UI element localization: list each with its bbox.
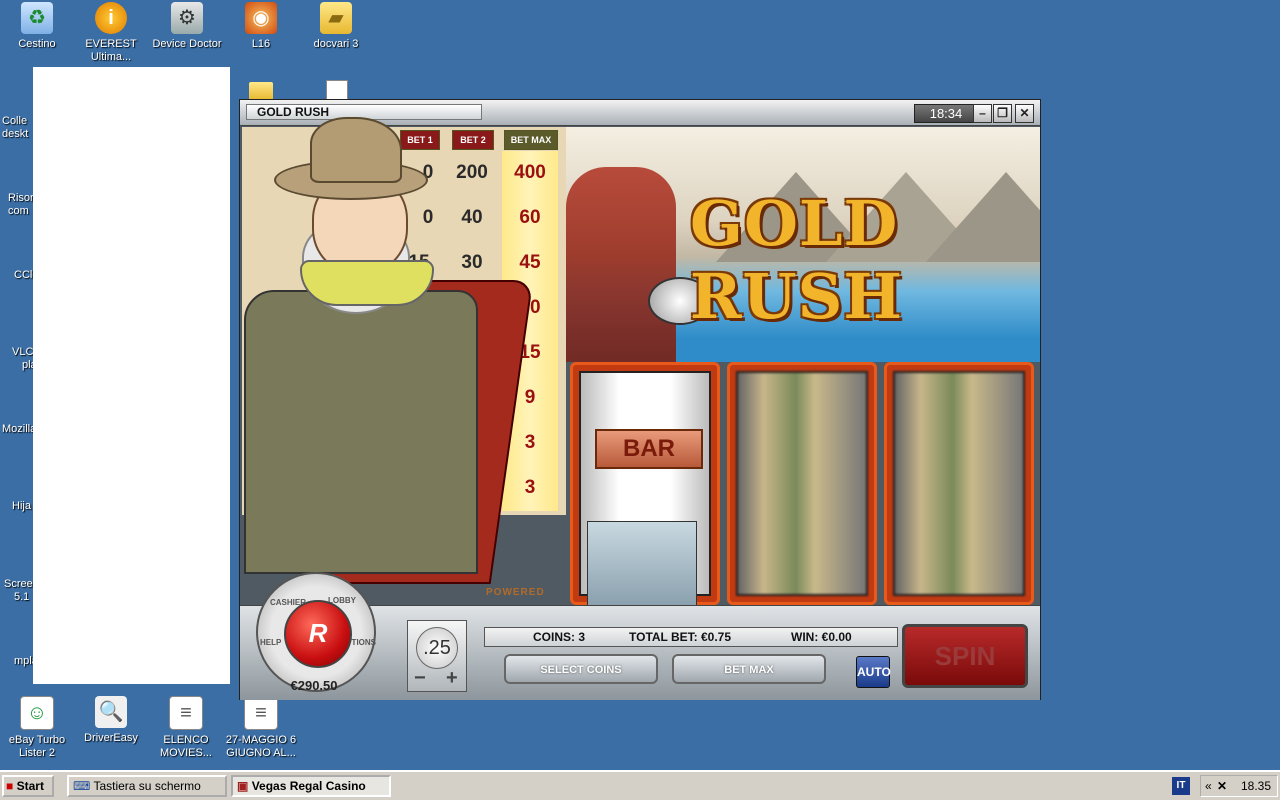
- desktop-icon-ebay[interactable]: ☺ eBay Turbo Lister 2: [0, 696, 74, 760]
- task-label: Vegas Regal Casino: [251, 779, 366, 793]
- partial-label: 5.1: [14, 591, 30, 603]
- partial-label: Colle: [2, 115, 28, 127]
- miner-symbol: [587, 521, 697, 607]
- desktop-icon-elenco-movies[interactable]: ≡ ELENCO MOVIES...: [149, 696, 223, 760]
- auto-button[interactable]: AUTO: [856, 656, 891, 688]
- status-bar: COINS: 3 TOTAL BET: €0.75 WIN: €0.00: [484, 627, 898, 647]
- coin-plus-button[interactable]: +: [446, 667, 458, 690]
- desktop-icon-drivereasy[interactable]: 🔍 DriverEasy: [74, 696, 148, 745]
- partial-icon-label: Risor com: [8, 192, 34, 218]
- partial-icon-label: Screer 5.1: [4, 578, 36, 604]
- restore-button[interactable]: ❐: [993, 104, 1012, 123]
- everest-info-icon: i: [95, 2, 127, 34]
- desktop-icon-label: Device Doctor: [152, 38, 222, 50]
- firefox-icon: ◉: [245, 2, 277, 34]
- windows-logo-icon: ■: [6, 779, 14, 793]
- start-button[interactable]: ■ Start: [2, 775, 54, 797]
- reel-2: [727, 362, 877, 605]
- balance-display: €290.50: [290, 678, 338, 693]
- gold-rush-logo: GOLD RUSH: [690, 187, 903, 333]
- coin-minus-button[interactable]: −: [414, 667, 426, 690]
- partial-label: Screer: [4, 578, 37, 590]
- coin-selector[interactable]: .25 − +: [407, 620, 467, 692]
- coins-status: COINS: 3: [533, 630, 586, 644]
- device-doctor-icon: ⚙: [171, 2, 203, 34]
- gold-rush-window[interactable]: GOLD RUSH 18:34 – ❐ ✕ BET 1 BET 2 BET MA…: [239, 99, 1041, 700]
- reel-1: BAR: [570, 362, 720, 607]
- desktop-icon-l16[interactable]: ◉ L16: [224, 2, 298, 51]
- control-panel: CASHIER LOBBY HELP OPTIONS R €290.50 .25…: [240, 572, 1040, 700]
- desktop-icon-label: eBay Turbo Lister 2: [8, 734, 66, 759]
- partial-label: deskt: [2, 128, 29, 140]
- partial-icon-label: Colle deskt: [2, 115, 28, 141]
- drivereasy-icon: 🔍: [95, 696, 127, 728]
- tray-clock[interactable]: 18.35: [1241, 776, 1271, 796]
- win-status: WIN: €0.00: [791, 630, 852, 644]
- desktop-icon-docvari[interactable]: ▰ docvari 3: [299, 2, 373, 51]
- casino-dial: CASHIER LOBBY HELP OPTIONS R: [256, 572, 376, 692]
- keyboard-icon: ⌨: [73, 779, 91, 793]
- folder-icon[interactable]: [249, 82, 273, 100]
- bet-max-button[interactable]: BET MAX: [672, 654, 826, 684]
- help-link[interactable]: HELP: [260, 638, 281, 647]
- miner-scarf: [300, 260, 434, 306]
- task-tastiera[interactable]: ⌨ Tastiera su schermo: [67, 775, 227, 797]
- desktop-icon-label: EVEREST Ultima...: [85, 38, 137, 63]
- desktop-icon-maggio[interactable]: ≡ 27-MAGGIO 6 GIUGNO AL...: [224, 696, 298, 760]
- start-label: Start: [16, 779, 44, 793]
- bar-symbol: BAR: [595, 429, 703, 469]
- desktop-icon-cestino[interactable]: ♻ Cestino: [0, 2, 74, 51]
- desktop-icon-label: ELENCO MOVIES...: [160, 734, 212, 759]
- taskbar: ■ Start ⌨ Tastiera su schermo ▣ Vegas Re…: [0, 770, 1280, 800]
- blank-overlay: [33, 67, 230, 684]
- miner-vest: [244, 290, 478, 574]
- desktop-icon-label: Cestino: [18, 38, 56, 50]
- partial-icon-label: Hija: [12, 500, 31, 512]
- partial-icon-label: Mozilla: [2, 423, 37, 435]
- reel-strip-spinning: [736, 371, 868, 596]
- recycle-bin-icon: ♻: [21, 2, 53, 34]
- desktop-icon-label: L16: [251, 38, 271, 50]
- coin-value: .25: [416, 627, 458, 669]
- window-clock: 18:34: [914, 104, 978, 123]
- task-vegas-regal[interactable]: ▣ Vegas Regal Casino: [231, 775, 391, 797]
- spin-button[interactable]: SPIN: [902, 624, 1028, 688]
- language-indicator[interactable]: IT: [1172, 777, 1190, 795]
- desktop-icon-label: DriverEasy: [84, 732, 138, 744]
- desktop-icon-device-doctor[interactable]: ⚙ Device Doctor: [150, 2, 224, 51]
- miner-hat-top: [310, 117, 402, 183]
- reel-strip-spinning: [893, 371, 1025, 596]
- reel-strip: BAR: [579, 371, 711, 607]
- close-button[interactable]: ✕: [1015, 104, 1034, 123]
- partial-label: VLC: [12, 346, 34, 358]
- desktop-icon-label: docvari 3: [313, 38, 359, 50]
- gold-rush-scene: GOLD RUSH: [566, 127, 1040, 362]
- desktop-icon-label: 27-MAGGIO 6 GIUGNO AL...: [225, 734, 297, 759]
- desktop-icon-everest[interactable]: i EVEREST Ultima...: [74, 2, 148, 64]
- panning-miner: [566, 167, 676, 362]
- casino-app-icon: ▣: [237, 779, 249, 793]
- tray-x-icon[interactable]: ✕: [1217, 776, 1227, 796]
- minimize-button[interactable]: –: [973, 104, 992, 123]
- document-icon: ≡: [244, 696, 278, 730]
- miner-character: [240, 100, 540, 605]
- tray-expand-icon[interactable]: «: [1205, 776, 1212, 796]
- document-icon: ≡: [169, 696, 203, 730]
- casino-logo[interactable]: R: [284, 600, 352, 668]
- total-bet-status: TOTAL BET: €0.75: [629, 630, 732, 644]
- folder-icon: ▰: [320, 2, 352, 34]
- system-tray: « ✕ 18.35: [1200, 775, 1278, 797]
- partial-label: Risor: [8, 192, 34, 204]
- partial-label: com: [8, 205, 29, 217]
- reel-3: [884, 362, 1034, 605]
- select-coins-button[interactable]: SELECT COINS: [504, 654, 658, 684]
- ebay-icon: ☺: [20, 696, 54, 730]
- task-label: Tastiera su schermo: [93, 779, 201, 793]
